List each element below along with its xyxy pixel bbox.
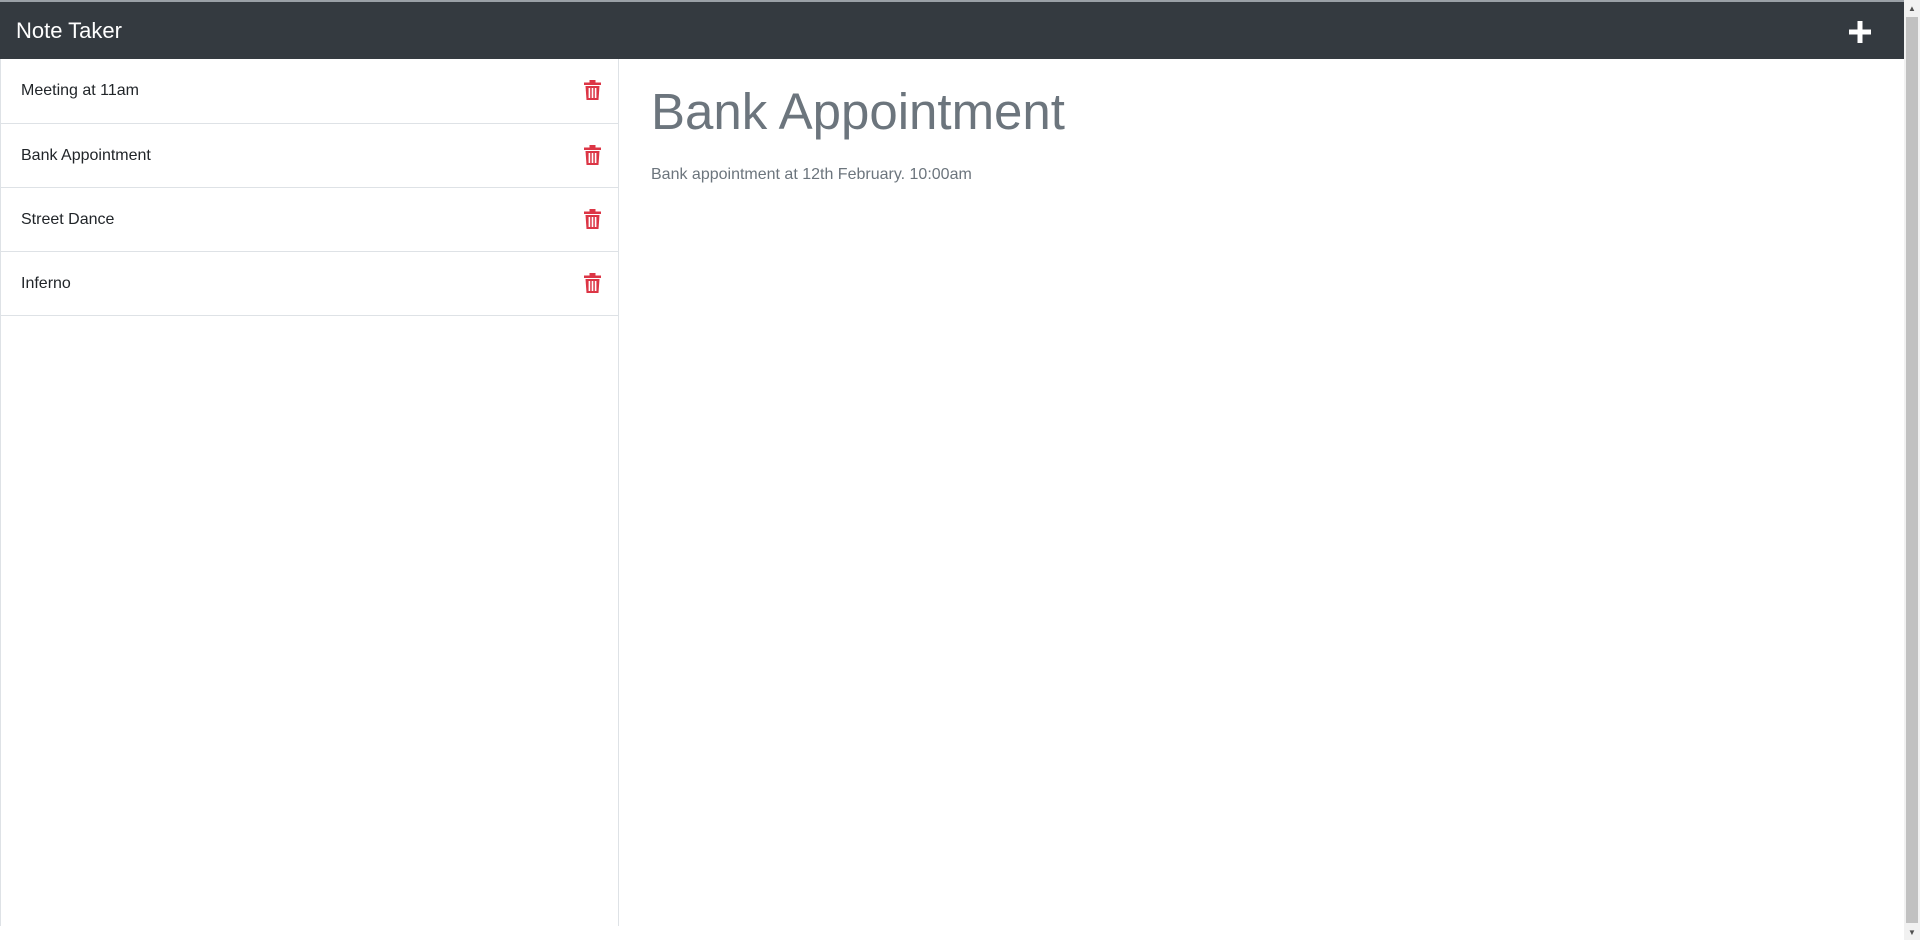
note-title-heading: Bank Appointment (651, 83, 1065, 140)
vertical-scrollbar[interactable]: ▲ ▼ (1904, 0, 1920, 940)
app-title: Note Taker (16, 18, 122, 43)
delete-note-button[interactable] (581, 207, 603, 231)
trash-icon (583, 273, 601, 293)
page-bottom-strip (0, 926, 1904, 940)
note-list-item-meeting[interactable]: Meeting at 11am (1, 59, 618, 124)
delete-note-button[interactable] (581, 78, 603, 102)
trash-icon (583, 145, 601, 165)
note-detail-panel: Bank Appointment Bank appointment at 12t… (619, 59, 1904, 926)
note-list-item-title[interactable]: Street Dance (21, 210, 114, 230)
new-note-button[interactable] (1844, 16, 1876, 48)
scroll-down-arrow-icon[interactable]: ▼ (1904, 924, 1920, 940)
note-list-item-bank[interactable]: Bank Appointment (1, 124, 618, 188)
scrollbar-thumb[interactable] (1906, 17, 1918, 923)
navbar: Note Taker (0, 2, 1904, 59)
scroll-up-arrow-icon[interactable]: ▲ (1904, 0, 1920, 16)
note-text-body: Bank appointment at 12th February. 10:00… (651, 166, 972, 183)
app-window: Note Taker Meeting at 11am Bank Appointm… (0, 0, 1920, 940)
note-list-item-title[interactable]: Meeting at 11am (21, 81, 139, 101)
note-list-sidebar: Meeting at 11am Bank Appointment Street … (0, 59, 619, 926)
trash-icon (583, 209, 601, 229)
note-list-item-inferno[interactable]: Inferno (1, 252, 618, 316)
note-list-item-street-dance[interactable]: Street Dance (1, 188, 618, 252)
delete-note-button[interactable] (581, 271, 603, 295)
note-list: Meeting at 11am Bank Appointment Street … (1, 59, 618, 316)
note-list-item-title[interactable]: Inferno (21, 274, 71, 294)
delete-note-button[interactable] (581, 143, 603, 167)
trash-icon (583, 80, 601, 100)
note-list-item-title[interactable]: Bank Appointment (21, 146, 151, 166)
plus-icon (1849, 21, 1871, 43)
